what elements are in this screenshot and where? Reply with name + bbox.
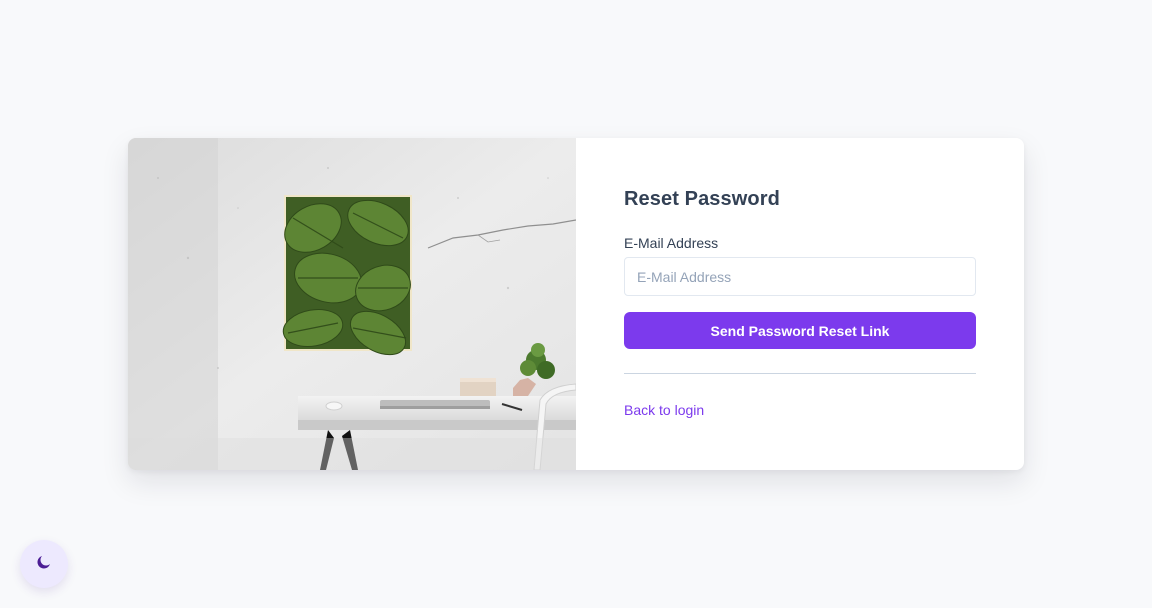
- back-to-login-link[interactable]: Back to login: [624, 402, 704, 418]
- reset-password-card: Reset Password E-Mail Address Send Passw…: [128, 138, 1024, 470]
- email-label: E-Mail Address: [624, 235, 719, 251]
- divider: [624, 373, 976, 374]
- office-illustration-image: [128, 138, 576, 470]
- send-reset-link-button[interactable]: Send Password Reset Link: [624, 312, 976, 349]
- page-title: Reset Password: [624, 188, 780, 210]
- theme-toggle-button[interactable]: [20, 540, 68, 588]
- email-field[interactable]: [624, 257, 976, 296]
- moon-icon: [35, 553, 53, 576]
- office-illustration: [128, 138, 576, 470]
- reset-password-form: Reset Password E-Mail Address Send Passw…: [576, 138, 1024, 470]
